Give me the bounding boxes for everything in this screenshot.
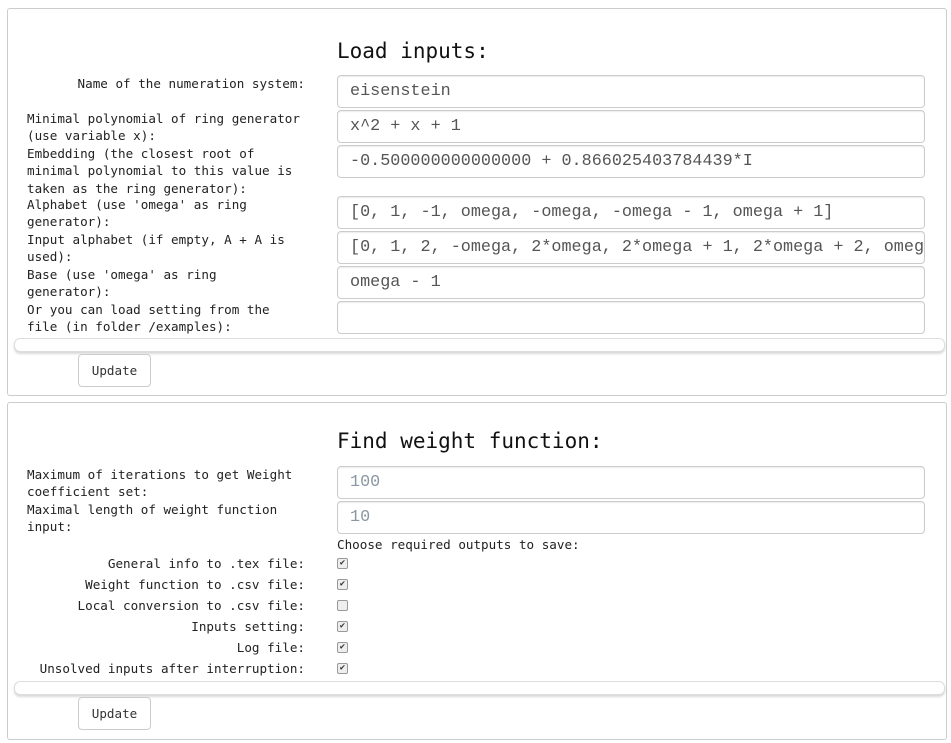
max-iterations-label: Maximum of iterations to get Weight coef… bbox=[27, 467, 293, 500]
weight-function-checkbox[interactable]: ✔ bbox=[337, 579, 348, 590]
polynomial-label: Minimal polynomial of ring generator (us… bbox=[27, 111, 300, 144]
output-label: Local conversion to .csv file: bbox=[77, 598, 305, 613]
log-file-checkbox[interactable]: ✔ bbox=[337, 642, 348, 653]
outputs-hint: Choose required outputs to save: bbox=[337, 537, 580, 552]
name-label: Name of the numeration system: bbox=[77, 76, 305, 91]
alphabet-label: Alphabet (use 'omega' as ring generator)… bbox=[27, 197, 247, 230]
output-label: General info to .tex file: bbox=[107, 556, 305, 571]
general-info-checkbox[interactable]: ✔ bbox=[337, 558, 348, 569]
max-length-label: Maximal length of weight function input: bbox=[27, 502, 278, 535]
load-inputs-title: Load inputs: bbox=[337, 39, 489, 63]
base-input[interactable]: omega - 1 bbox=[337, 266, 925, 299]
load-file-label: Or you can load setting from the file (i… bbox=[27, 302, 270, 335]
update-button[interactable]: Update bbox=[78, 354, 151, 387]
local-conversion-checkbox[interactable] bbox=[337, 600, 348, 611]
embedding-input[interactable]: -0.500000000000000 + 0.866025403784439*I bbox=[337, 145, 925, 178]
output-label: Log file: bbox=[236, 640, 305, 655]
weight-function-title: Find weight function: bbox=[337, 429, 603, 453]
embedding-label: Embedding (the closest root of minimal p… bbox=[27, 146, 293, 196]
max-length-input[interactable]: 10 bbox=[337, 501, 925, 534]
horizontal-scrollbar[interactable] bbox=[14, 681, 945, 695]
max-iterations-input[interactable]: 100 bbox=[337, 466, 925, 499]
unsolved-inputs-checkbox[interactable]: ✔ bbox=[337, 663, 348, 674]
input-alphabet-input[interactable]: [0, 1, 2, -omega, 2*omega, 2*omega + 1, … bbox=[337, 231, 925, 264]
base-label: Base (use 'omega' as ring generator): bbox=[27, 267, 217, 300]
name-input[interactable]: eisenstein bbox=[337, 75, 925, 108]
input-alphabet-label: Input alphabet (if empty, A + A is used)… bbox=[27, 232, 285, 265]
update-button[interactable]: Update bbox=[78, 697, 151, 730]
output-label: Inputs setting: bbox=[191, 619, 305, 634]
polynomial-input[interactable]: x^2 + x + 1 bbox=[337, 110, 925, 143]
output-label: Weight function to .csv file: bbox=[85, 577, 305, 592]
horizontal-scrollbar[interactable] bbox=[14, 338, 945, 352]
alphabet-input[interactable]: [0, 1, -1, omega, -omega, -omega - 1, om… bbox=[337, 196, 925, 229]
output-label: Unsolved inputs after interruption: bbox=[39, 661, 305, 676]
inputs-setting-checkbox[interactable]: ✔ bbox=[337, 621, 348, 632]
load-file-input[interactable] bbox=[337, 301, 925, 334]
